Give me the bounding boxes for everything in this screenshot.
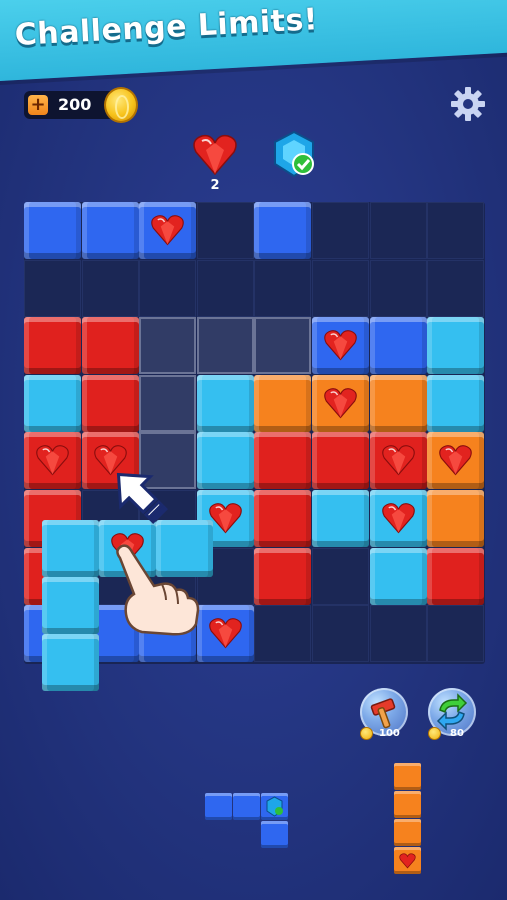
coin-icon	[428, 727, 441, 740]
placement-hint-cell	[139, 374, 197, 432]
orange-block	[427, 490, 485, 547]
orange-block	[369, 374, 427, 432]
tutorial-arrow-icon	[116, 472, 168, 524]
blue-block	[369, 317, 427, 375]
heart-gem-icon	[439, 445, 472, 476]
empty-cell	[369, 202, 427, 259]
empty-cell	[312, 202, 369, 259]
empty-cell	[139, 259, 197, 317]
orange-block	[427, 432, 485, 490]
dragged-block	[42, 520, 99, 577]
placement-hint-cell	[254, 317, 312, 375]
heart-gem-icon	[151, 215, 184, 246]
red-block	[369, 432, 427, 490]
dragged-block	[42, 634, 99, 691]
heart-gem-icon	[381, 503, 415, 534]
empty-cell	[254, 605, 312, 663]
red-block	[254, 547, 312, 605]
gear-icon[interactable]	[448, 84, 488, 124]
cyan-block	[196, 432, 254, 490]
blue-block	[24, 202, 81, 259]
empty-cell	[196, 202, 254, 259]
empty-cell	[312, 605, 369, 663]
empty-cell	[312, 259, 369, 317]
red-block	[312, 432, 369, 490]
red-block	[81, 374, 139, 432]
empty-cell	[254, 259, 312, 317]
heart-gem-icon	[36, 445, 69, 476]
empty-cell	[427, 259, 485, 317]
heart-gem-icon	[399, 853, 416, 869]
cyan-block	[427, 317, 485, 375]
heart-gem-icon	[209, 618, 242, 649]
red-block	[254, 490, 312, 547]
empty-cell	[196, 259, 254, 317]
blue-gem-goal-icon	[274, 130, 314, 178]
cyan-block	[24, 374, 81, 432]
empty-cell	[24, 259, 81, 317]
red-block	[427, 547, 485, 605]
coin-icon	[360, 727, 373, 740]
blue-block	[254, 202, 312, 259]
refresh-price: 80	[450, 728, 464, 739]
cyan-block	[427, 374, 485, 432]
heart-goal-count: 2	[210, 178, 220, 193]
empty-cell	[369, 605, 427, 663]
red-block	[24, 432, 81, 490]
empty-cell	[312, 547, 369, 605]
placement-hint-cell	[139, 317, 197, 375]
heart-gem-icon	[381, 445, 415, 476]
cyan-block	[369, 547, 427, 605]
red-block	[81, 317, 139, 375]
coin-value: 200	[58, 95, 92, 114]
tutorial-hand-icon	[116, 544, 200, 636]
blue-gem-icon	[266, 796, 283, 817]
heart-gem-icon	[324, 330, 357, 361]
blue-block	[196, 605, 254, 663]
empty-cell	[81, 259, 139, 317]
orange-block	[312, 374, 369, 432]
cyan-block	[312, 490, 369, 547]
dragged-block	[42, 577, 99, 634]
placement-hint-cell	[196, 317, 254, 375]
heart-gem-icon	[209, 503, 242, 534]
add-coins-button[interactable]: +	[28, 95, 48, 115]
coin-icon	[104, 87, 138, 123]
blue-block	[139, 202, 197, 259]
blue-block	[312, 317, 369, 375]
empty-cell	[427, 605, 485, 663]
red-block	[254, 432, 312, 490]
empty-cell	[427, 202, 485, 259]
cyan-block	[196, 374, 254, 432]
orange-block	[254, 374, 312, 432]
cyan-block	[369, 490, 427, 547]
hammer-price: 100	[379, 728, 400, 739]
red-block	[24, 317, 81, 375]
heart-gem-icon	[324, 387, 357, 419]
empty-cell	[369, 259, 427, 317]
heart-gem-goal-icon	[193, 134, 237, 176]
blue-block	[81, 202, 139, 259]
